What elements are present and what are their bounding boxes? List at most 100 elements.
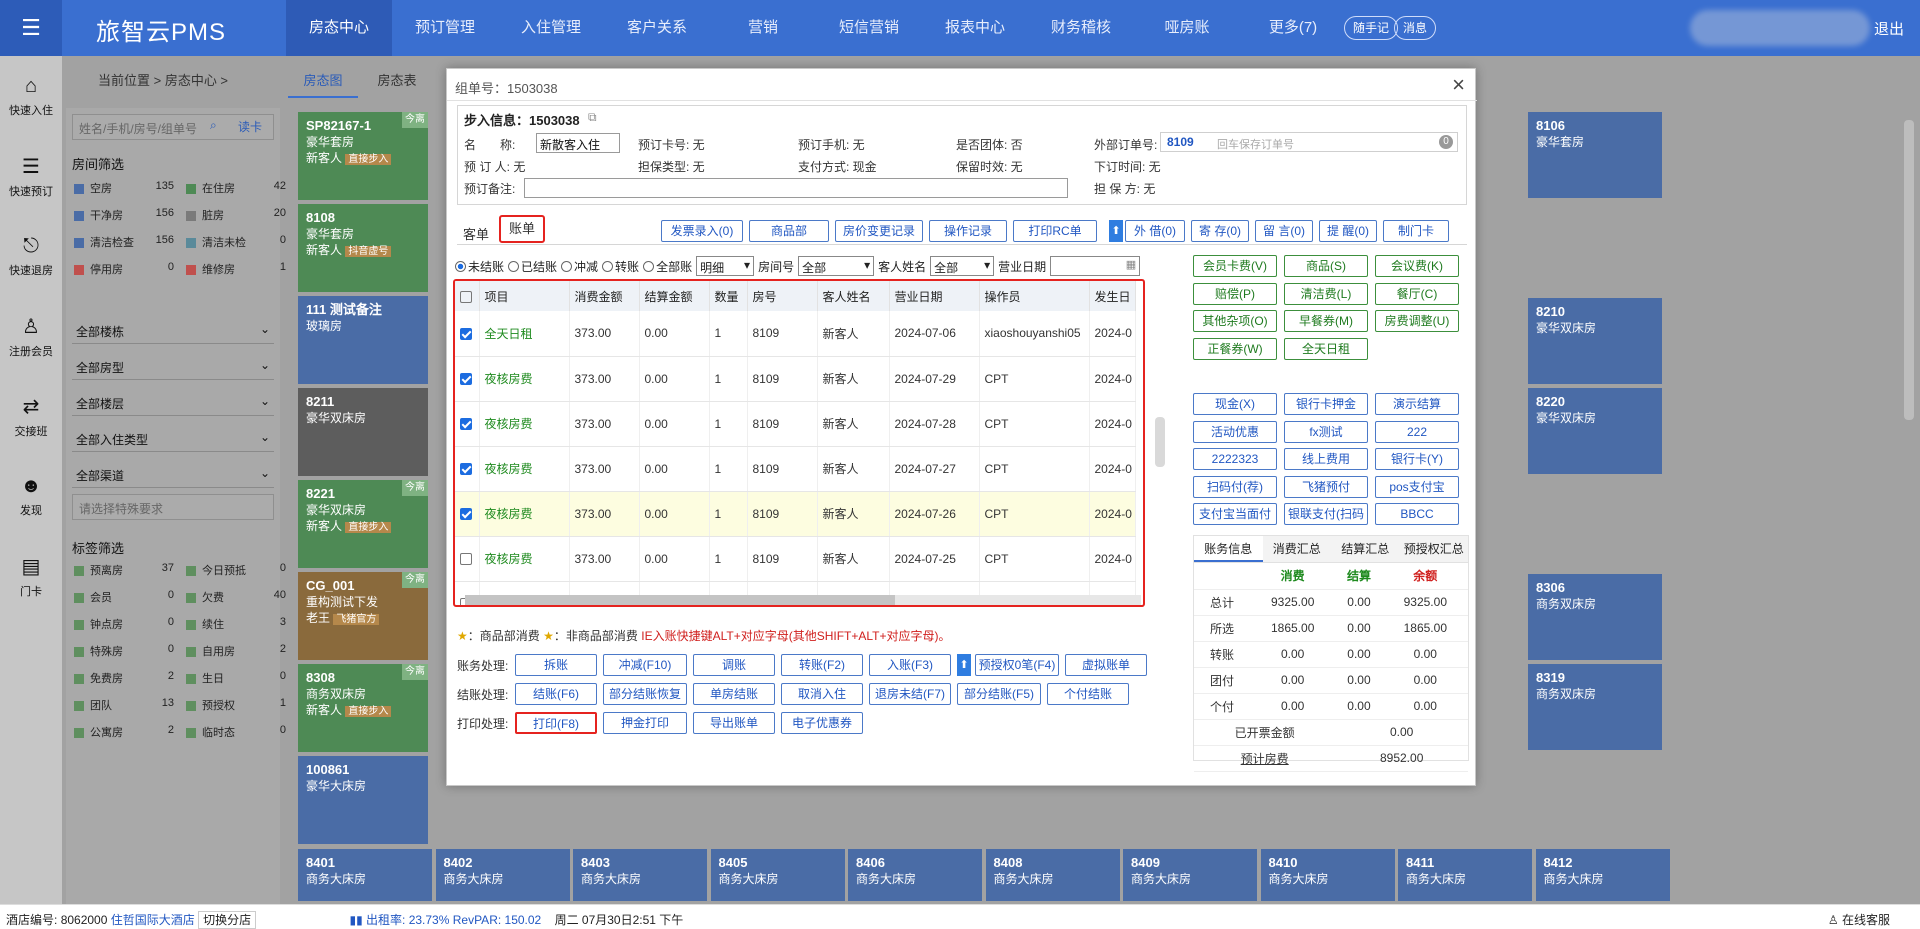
tab-room-table[interactable]: 房态表 xyxy=(362,62,432,98)
toolbar-button[interactable]: 外 借(0) xyxy=(1125,220,1185,242)
radio-button[interactable] xyxy=(602,260,614,272)
nav-checkin[interactable]: 入住管理 xyxy=(498,0,604,56)
room-card[interactable]: 111 测试备注 玻璃房 xyxy=(298,296,428,384)
name-field[interactable]: 新散客入住 xyxy=(536,133,620,153)
online-service-link[interactable]: ♙ 在线客服 xyxy=(1828,911,1890,928)
nav-room-center[interactable]: 房态中心 xyxy=(286,0,392,56)
tab-bill[interactable]: 账单 xyxy=(499,215,545,243)
room-card[interactable]: 8308 商务双床房 新客人 直接步入 今离 xyxy=(298,664,428,752)
toolbar-button[interactable]: 操作记录 xyxy=(929,220,1007,242)
radio-button[interactable] xyxy=(455,260,466,272)
tag-filter[interactable]: 今日预抵 0 xyxy=(186,562,286,578)
notes-button[interactable]: 随手记 xyxy=(1344,16,1399,40)
action-button[interactable]: 退房未结(F7) xyxy=(869,683,951,705)
action-button[interactable]: 拆账 xyxy=(515,654,597,676)
room-status-filter[interactable]: 清洁未检 0 xyxy=(186,234,286,250)
action-button[interactable]: 转账(F2) xyxy=(781,654,863,676)
remark-input[interactable] xyxy=(524,178,1068,198)
switch-branch-button[interactable]: 切换分店 xyxy=(198,911,257,929)
tag-filter[interactable]: 免费房 2 xyxy=(74,670,174,686)
select-box[interactable]: 明细 ▾ xyxy=(696,256,755,276)
room-status-filter[interactable]: 停用房 0 xyxy=(74,261,174,277)
column-header[interactable]: 项目 xyxy=(479,281,570,311)
room-card[interactable]: CG_001 重构测试下发 老王 飞猪官方 今离 xyxy=(298,572,428,660)
shift-handover-item[interactable]: ⇄ 交接班 xyxy=(0,376,62,456)
filter-dropdown[interactable]: 全部楼层 ⌄ xyxy=(72,388,274,416)
payment-button[interactable]: 活动优惠 xyxy=(1193,420,1277,443)
action-button[interactable]: 导出账单 xyxy=(693,712,775,734)
column-header[interactable]: 房号 xyxy=(747,281,818,311)
payment-button[interactable]: 银行卡(Y) xyxy=(1375,448,1459,470)
row-checkbox[interactable] xyxy=(455,536,480,582)
date-input[interactable]: ▦ xyxy=(1050,256,1141,276)
row-checkbox[interactable] xyxy=(455,356,480,402)
room-card[interactable]: 8401 商务大床房 xyxy=(298,849,432,901)
room-card[interactable]: 8319 商务双床房 xyxy=(1528,664,1662,750)
nav-marketing[interactable]: 营销 xyxy=(710,0,816,56)
toolbar-button[interactable]: 提 醒(0) xyxy=(1319,220,1377,242)
payment-button[interactable]: 飞猪预付 xyxy=(1284,475,1368,498)
charge-button[interactable]: 清洁费(L) xyxy=(1284,282,1368,305)
action-button[interactable]: 部分结账(F5) xyxy=(957,683,1041,705)
action-button[interactable]: 预授权0笔(F4) xyxy=(975,654,1059,676)
payment-button[interactable]: 演示结算 xyxy=(1375,393,1459,415)
charge-button[interactable]: 房费调整(U) xyxy=(1375,310,1459,332)
select-box[interactable]: 全部 ▾ xyxy=(798,256,875,276)
payment-button[interactable]: 扫码付(荐) xyxy=(1193,475,1277,498)
room-card[interactable]: 8108 豪华套房 新客人 抖音虚号 xyxy=(298,204,428,292)
room-status-filter[interactable]: 干净房 156 xyxy=(74,207,174,223)
action-button[interactable]: 押金打印 xyxy=(603,712,687,734)
action-button[interactable]: 入账(F3) xyxy=(869,654,951,676)
tag-filter[interactable]: 欠费 40 xyxy=(186,589,286,605)
room-card[interactable]: 8106 豪华套房 xyxy=(1528,112,1662,198)
tab-guest[interactable]: 客单 xyxy=(463,224,489,243)
nav-more[interactable]: 更多(7) xyxy=(1240,0,1346,56)
payment-button[interactable]: 现金(X) xyxy=(1193,393,1277,415)
tag-filter[interactable]: 团队 13 xyxy=(74,697,174,713)
collapse-handle[interactable] xyxy=(1155,417,1165,467)
discover-item[interactable]: ☻ 发现 xyxy=(0,456,62,536)
row-checkbox[interactable] xyxy=(455,446,480,492)
tag-filter[interactable]: 预授权 1 xyxy=(186,697,286,713)
charge-button[interactable]: 正餐券(W) xyxy=(1193,337,1277,360)
radio-button[interactable] xyxy=(643,260,655,272)
action-button[interactable]: 虚拟账单 xyxy=(1065,654,1147,676)
toolbar-button[interactable]: 发票录入(0) xyxy=(661,220,743,242)
charge-button[interactable]: 全天日租 xyxy=(1284,337,1368,360)
tag-filter[interactable]: 自用房 2 xyxy=(186,643,286,659)
radio-button[interactable] xyxy=(508,260,520,272)
finance-tab[interactable]: 消费汇总 xyxy=(1262,536,1331,562)
table-row[interactable]: 夜核房费 373.00 0.00 1 8109 新客人 2024-07-29 CPT 2024-… xyxy=(455,356,1136,402)
payment-button[interactable]: BBCC xyxy=(1375,503,1459,525)
estimated-room-fee-label[interactable]: 预计房费 xyxy=(1194,745,1336,772)
tag-filter[interactable]: 临时态 0 xyxy=(186,724,286,740)
action-button[interactable]: 个付结账 xyxy=(1047,683,1129,705)
radio-button[interactable] xyxy=(561,260,573,272)
charge-button[interactable]: 早餐券(M) xyxy=(1284,310,1368,332)
charge-button[interactable]: 餐厅(C) xyxy=(1375,282,1459,305)
room-card[interactable]: 8411 商务大床房 xyxy=(1398,849,1532,901)
logout-link[interactable]: 退出 xyxy=(1874,18,1904,39)
toolbar-button[interactable]: 寄 存(0) xyxy=(1191,220,1249,242)
room-card[interactable]: 8408 商务大床房 xyxy=(985,849,1120,901)
arrow-up-icon[interactable]: ⬆ xyxy=(957,654,971,676)
action-button[interactable]: 冲减(F10) xyxy=(603,654,687,676)
column-header[interactable]: 结算金额 xyxy=(639,281,710,311)
toolbar-button[interactable]: 房价变更记录 xyxy=(835,220,923,242)
room-card[interactable]: 8306 商务双床房 xyxy=(1528,574,1662,660)
row-checkbox[interactable] xyxy=(455,311,480,357)
room-status-filter[interactable]: 空房 135 xyxy=(74,180,174,196)
column-header[interactable]: 营业日期 xyxy=(889,281,980,311)
finance-tab[interactable]: 结算汇总 xyxy=(1331,536,1400,562)
column-header[interactable]: 数量 xyxy=(709,281,748,311)
room-card[interactable]: 8412 商务大床房 xyxy=(1535,849,1670,901)
finance-tab[interactable]: 账务信息 xyxy=(1194,536,1263,562)
room-card[interactable]: 8410 商务大床房 xyxy=(1260,849,1395,901)
finance-tab[interactable]: 预授权汇总 xyxy=(1399,536,1468,562)
column-header[interactable]: 客人姓名 xyxy=(817,281,890,311)
tag-filter[interactable]: 预离房 37 xyxy=(74,562,174,578)
charge-button[interactable]: 其他杂项(O) xyxy=(1193,310,1277,332)
room-card[interactable]: 8221 豪华双床房 新客人 直接步入 今离 xyxy=(298,480,428,568)
read-card-button[interactable]: 读卡 xyxy=(238,118,262,135)
nav-reports[interactable]: 报表中心 xyxy=(922,0,1028,56)
